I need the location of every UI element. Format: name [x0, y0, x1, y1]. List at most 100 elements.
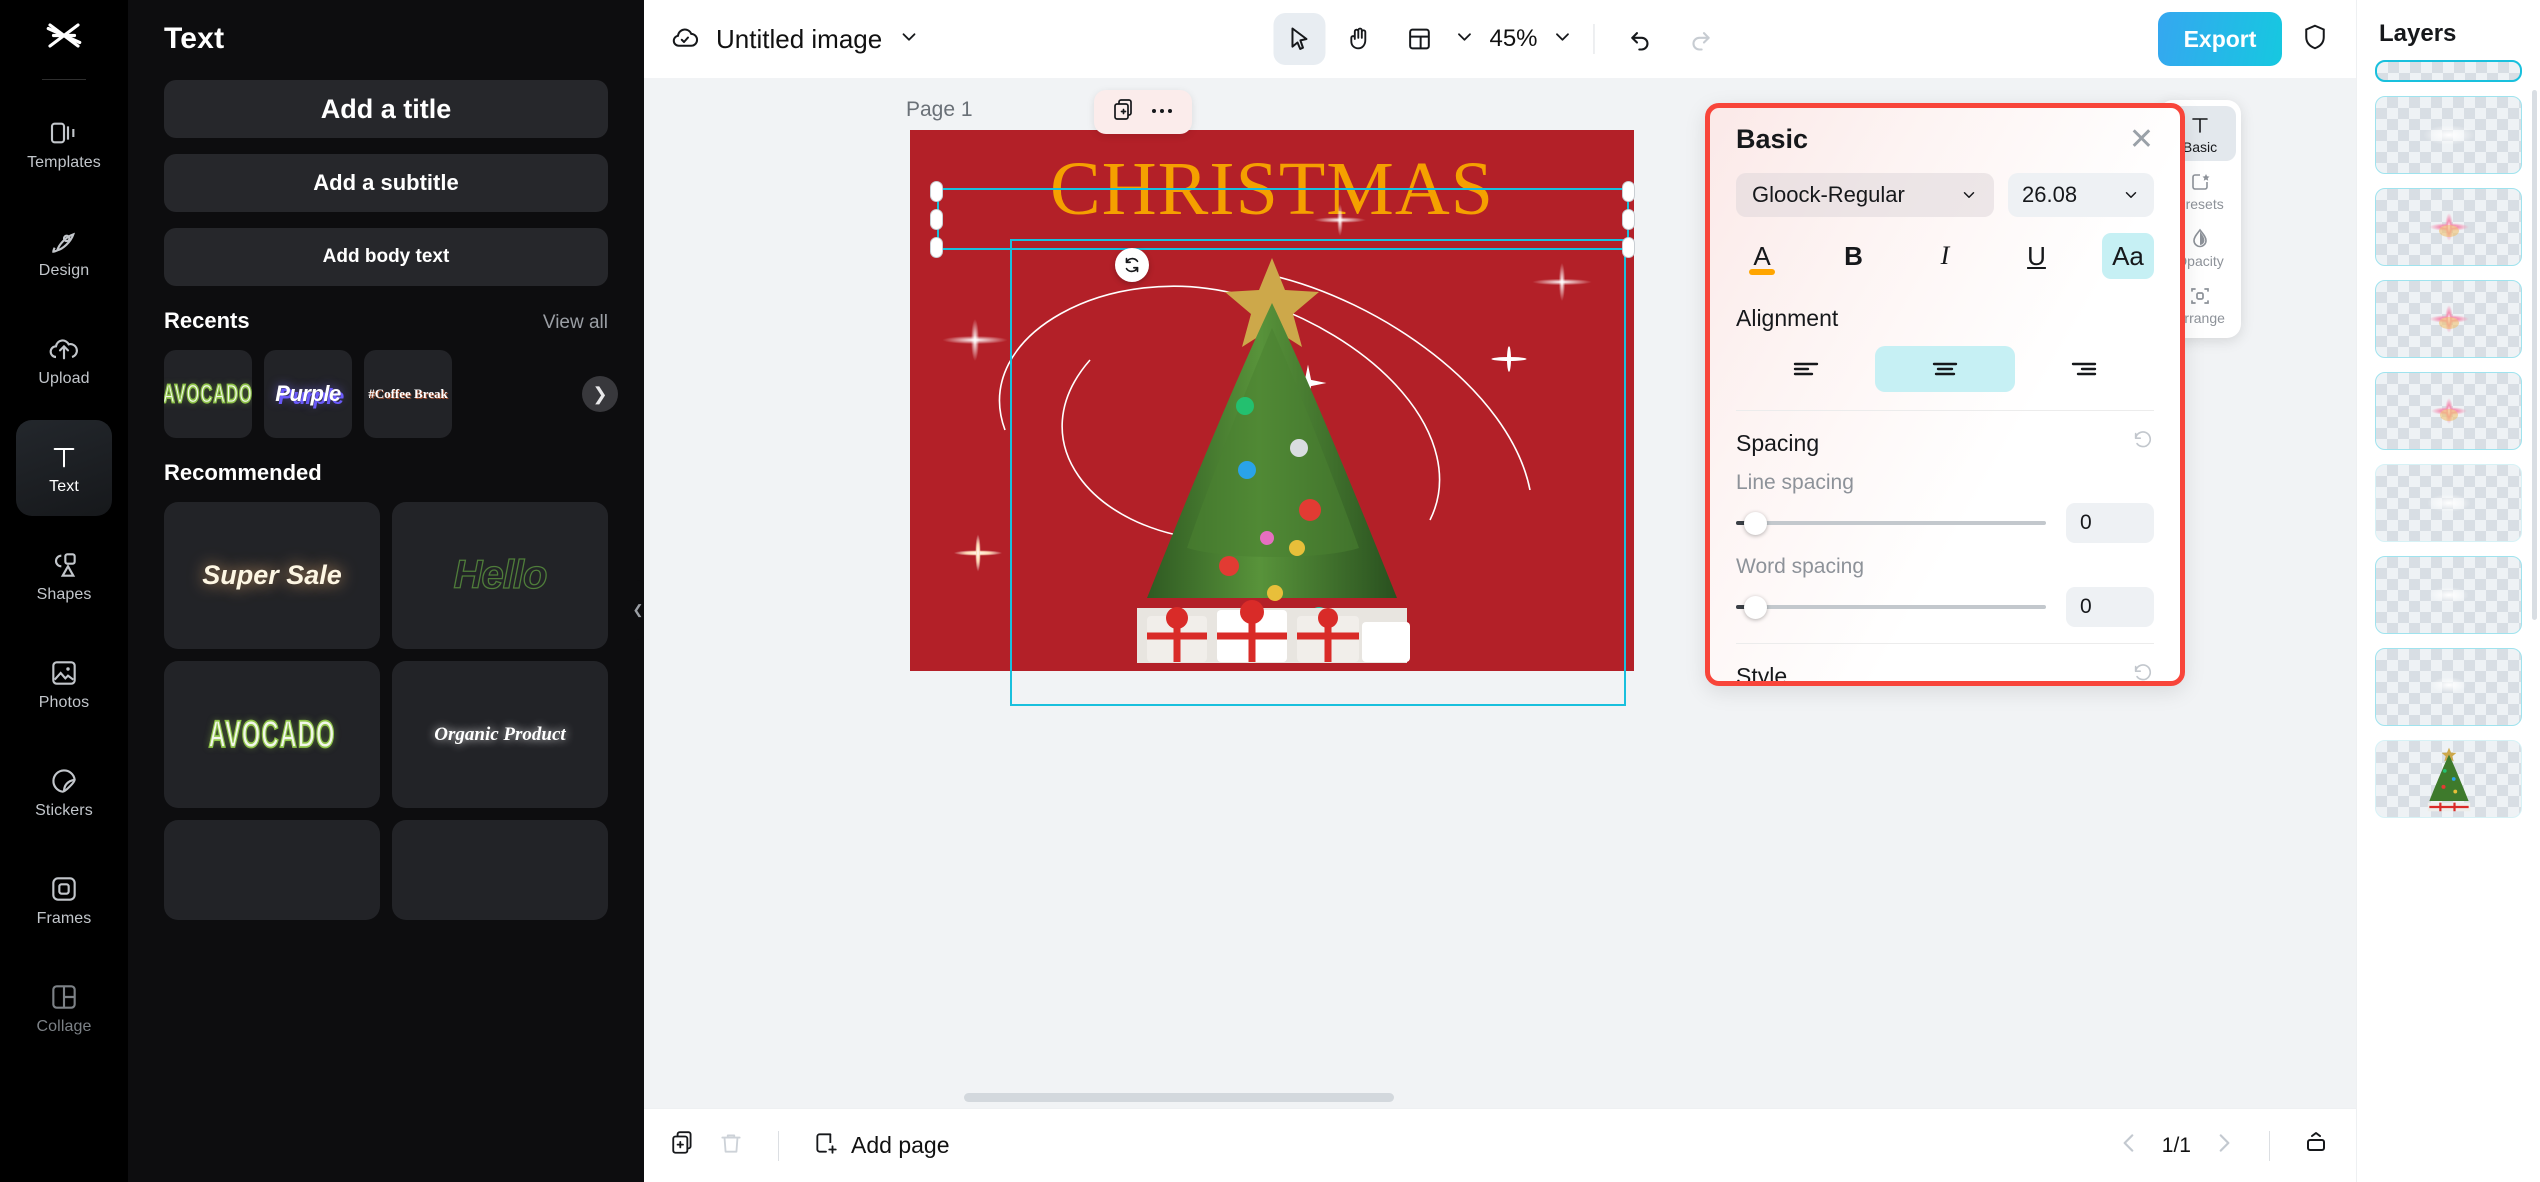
export-button[interactable]: Export: [2158, 12, 2282, 66]
glow-white-icon: [2404, 565, 2494, 625]
canvas-horizontal-scrollbar[interactable]: [964, 1093, 1394, 1102]
resize-handle-mid-left[interactable]: [930, 209, 943, 230]
text-color-button[interactable]: A: [1736, 233, 1788, 279]
layer-item-christmas-tree[interactable]: [2375, 740, 2522, 818]
text-t-icon: [2188, 113, 2212, 137]
align-right-button[interactable]: [2015, 346, 2154, 392]
panel-title: Text: [164, 22, 608, 56]
rotate-icon[interactable]: [1115, 248, 1149, 282]
line-spacing-input[interactable]: 0: [2066, 503, 2154, 543]
font-size-select[interactable]: 26.08: [2008, 173, 2154, 217]
add-page-button[interactable]: Add page: [813, 1130, 949, 1162]
recommended-item-extra-1[interactable]: [164, 820, 380, 920]
select-tool-button[interactable]: [1273, 13, 1325, 65]
chevron-down-icon[interactable]: [898, 26, 920, 53]
sidebar-item-label: Design: [39, 262, 89, 280]
bold-button[interactable]: B: [1828, 233, 1880, 279]
redo-button[interactable]: [1675, 13, 1727, 65]
layer-item-sparkle-pink[interactable]: [2375, 188, 2522, 266]
line-spacing-label: Line spacing: [1736, 471, 2154, 495]
text-selection-box[interactable]: [937, 188, 1629, 250]
next-page-button[interactable]: [2211, 1130, 2237, 1161]
undo-button[interactable]: [1615, 13, 1667, 65]
sidebar-item-label: Text: [49, 478, 79, 496]
line-spacing-slider[interactable]: [1736, 512, 2046, 534]
italic-button[interactable]: I: [1919, 233, 1971, 279]
toolbar-divider: [1594, 24, 1595, 54]
word-spacing-row: 0: [1736, 587, 2154, 627]
sidebar-item-templates[interactable]: Templates: [16, 96, 112, 192]
add-subtitle-button[interactable]: Add a subtitle: [164, 154, 608, 212]
document-title[interactable]: Untitled image: [716, 24, 882, 55]
recent-item-coffee-break[interactable]: #Coffee Break: [364, 350, 452, 438]
sidebar-item-stickers[interactable]: Stickers: [16, 744, 112, 840]
hand-tool-button[interactable]: [1333, 13, 1385, 65]
zoom-level[interactable]: 45%: [1483, 25, 1543, 53]
add-title-button[interactable]: Add a title: [164, 80, 608, 138]
chevron-down-icon[interactable]: [1552, 26, 1574, 53]
text-case-button[interactable]: Aa: [2102, 233, 2154, 279]
resize-handle-top-left[interactable]: [930, 181, 943, 202]
align-left-button[interactable]: [1736, 346, 1875, 392]
font-family-select[interactable]: Gloock-Regular: [1736, 173, 1994, 217]
prev-page-button[interactable]: [2116, 1130, 2142, 1161]
recents-view-all-link[interactable]: View all: [543, 312, 608, 334]
layers-scrollbar[interactable]: [2532, 90, 2537, 620]
sparkle-pink-icon: [2404, 381, 2494, 441]
recommended-item-hello[interactable]: Hello: [392, 502, 608, 649]
recent-item-purple[interactable]: Purple: [264, 350, 352, 438]
chevron-down-icon[interactable]: [1453, 26, 1475, 53]
section-divider-1: [1736, 410, 2154, 411]
layout-tool-button[interactable]: [1393, 13, 1445, 65]
sidebar-item-frames[interactable]: Frames: [16, 852, 112, 948]
text-format-row: A B I U Aa: [1736, 233, 2154, 279]
layer-item-glow-white[interactable]: [2375, 96, 2522, 174]
cloud-saved-icon: [670, 22, 700, 57]
resize-handle-top-right[interactable]: [1622, 181, 1635, 202]
add-body-text-button[interactable]: Add body text: [164, 228, 608, 286]
capcut-logo-icon[interactable]: [43, 18, 85, 65]
sidebar-item-photos[interactable]: Photos: [16, 636, 112, 732]
sidebar-item-shapes[interactable]: Shapes: [16, 528, 112, 624]
glow-white-icon: [2404, 657, 2494, 717]
christmas-tree-thumb-icon: [2422, 746, 2476, 812]
layer-item-glow-white-2[interactable]: [2375, 464, 2522, 542]
underline-button[interactable]: U: [2011, 233, 2063, 279]
ellipsis-icon[interactable]: [1150, 103, 1174, 121]
close-icon[interactable]: ✕: [2129, 125, 2154, 155]
sidebar-item-upload[interactable]: Upload: [16, 312, 112, 408]
collapse-panel-icon[interactable]: [2302, 1130, 2330, 1161]
chevron-right-icon[interactable]: ❯: [582, 376, 618, 412]
layer-item-glow-white-3[interactable]: [2375, 556, 2522, 634]
recommended-item-extra-2[interactable]: [392, 820, 608, 920]
resize-handle-bottom-right[interactable]: [1622, 237, 1635, 258]
resize-handle-bottom-left[interactable]: [930, 237, 943, 258]
presets-star-icon: [2188, 170, 2212, 194]
word-spacing-slider[interactable]: [1736, 596, 2046, 618]
layer-item-glow-white-4[interactable]: [2375, 648, 2522, 726]
arrange-icon: [2188, 284, 2212, 308]
align-center-button[interactable]: [1875, 346, 2014, 392]
resize-handle-mid-right[interactable]: [1622, 209, 1635, 230]
collapse-panel-handle[interactable]: ❮: [631, 580, 644, 640]
sidebar-item-design[interactable]: Design: [16, 204, 112, 300]
layer-item-text-selected[interactable]: [2375, 60, 2522, 82]
word-spacing-input[interactable]: 0: [2066, 587, 2154, 627]
reset-icon[interactable]: [2132, 662, 2154, 686]
layer-item-sparkle-pink-2[interactable]: [2375, 280, 2522, 358]
duplicate-icon[interactable]: [1112, 98, 1136, 127]
recommended-item-super-sale[interactable]: Super Sale: [164, 502, 380, 649]
slider-knob[interactable]: [1744, 596, 1767, 619]
sidebar-item-text[interactable]: Text: [16, 420, 112, 516]
duplicate-page-icon[interactable]: [670, 1130, 696, 1161]
shield-icon[interactable]: [2300, 22, 2330, 57]
recommended-item-organic-product[interactable]: Organic Product: [392, 661, 608, 808]
group-selection-box[interactable]: [1010, 239, 1626, 706]
layer-item-sparkle-pink-3[interactable]: [2375, 372, 2522, 450]
trash-icon[interactable]: [718, 1130, 744, 1161]
recent-item-avocado[interactable]: AVOCADO: [164, 350, 252, 438]
recommended-item-avocado[interactable]: AVOCADO: [164, 661, 380, 808]
reset-icon[interactable]: [2132, 429, 2154, 457]
slider-knob[interactable]: [1744, 512, 1767, 535]
sidebar-item-collage[interactable]: Collage: [16, 960, 112, 1056]
